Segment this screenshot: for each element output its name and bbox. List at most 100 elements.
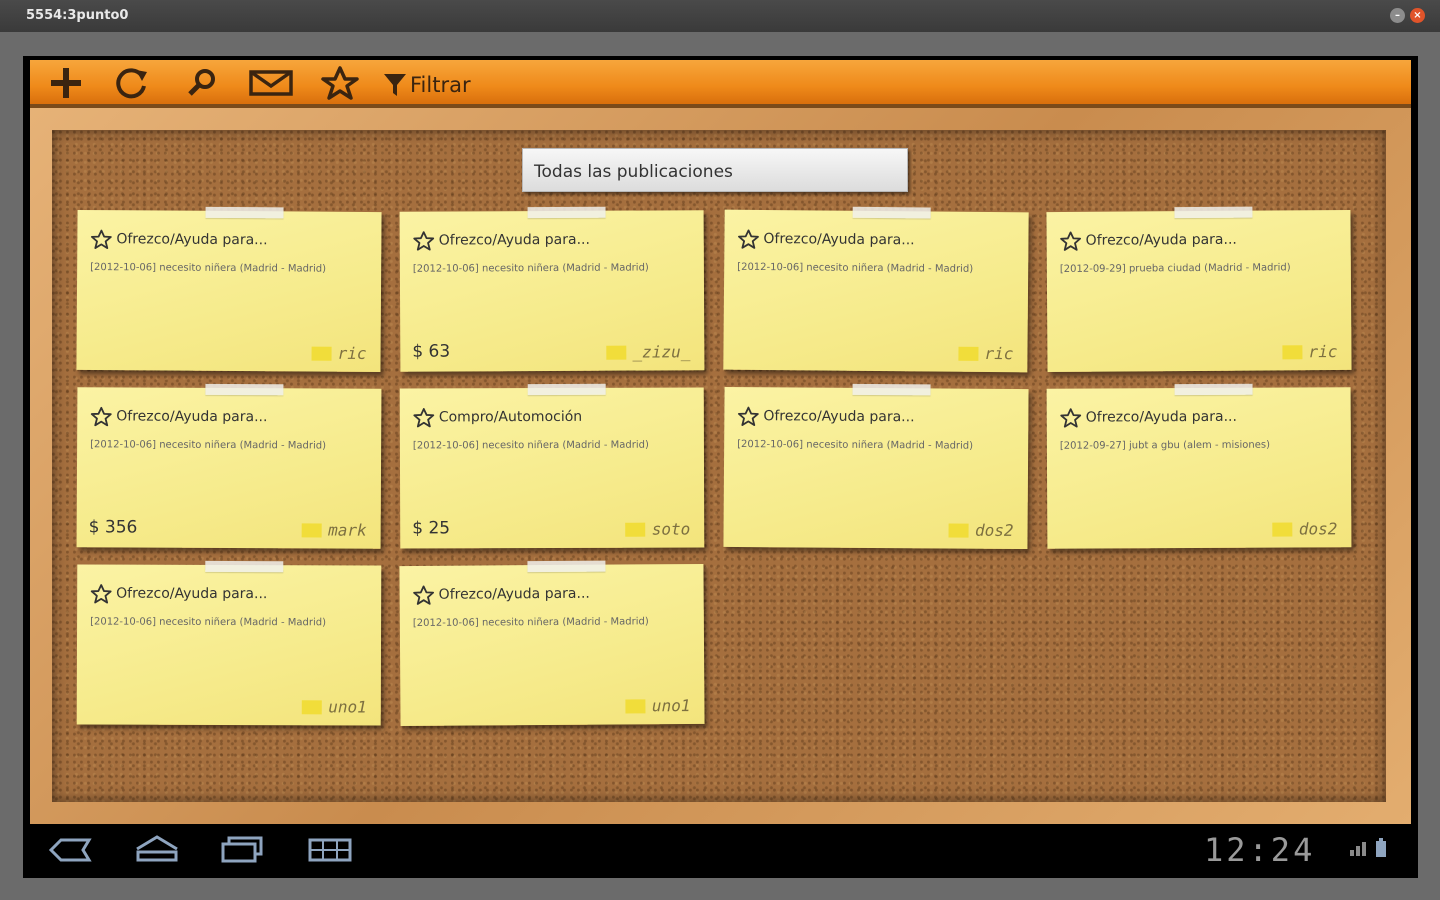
note-user: uno1 [625,696,690,715]
filter-icon [384,74,406,96]
tape [527,560,606,573]
recent-apps-button[interactable] [219,835,265,869]
home-button[interactable] [133,835,181,869]
note-user: soto [625,519,691,539]
minimize-button[interactable]: – [1390,8,1405,23]
sticky-note[interactable]: Ofrezco/Ayuda para... [2012-10-06] necesi… [399,560,705,727]
refresh-button[interactable] [112,66,152,100]
note-price: $ 63 [412,341,451,362]
tape [205,560,284,573]
note-price: $ 356 [88,517,138,538]
sticky-note[interactable]: Ofrezco/Ayuda para... [2012-10-06] necesi… [399,206,705,372]
status-icons [1348,838,1387,858]
back-button[interactable] [47,835,93,869]
note-title: Ofrezco/Ayuda para... [1085,231,1237,249]
search-button[interactable] [182,66,222,100]
user-badge [625,698,646,713]
user-badge [302,522,323,537]
note-title: Ofrezco/Ayuda para... [116,231,268,249]
note-title: Ofrezco/Ayuda para... [763,408,915,426]
star-icon [321,66,359,100]
note-description: [2012-10-06] necesito niñera (Madrid - M… [412,616,649,629]
star-icon[interactable] [90,229,112,250]
note-user: ric [1282,342,1337,361]
add-icon [51,68,81,98]
note-user: dos2 [948,520,1014,540]
note-user: ric [311,344,367,363]
close-button[interactable]: × [1410,8,1425,23]
star-icon[interactable] [737,229,759,249]
note-price: $ 25 [412,518,451,539]
category-spinner[interactable]: Todas las publicaciones [522,148,908,192]
star-icon[interactable] [413,585,435,605]
note-user: uno1 [302,697,367,716]
note-username: mark [328,520,367,540]
note-title: Ofrezco/Ayuda para... [438,585,590,603]
back-icon [48,838,92,862]
note-username: soto [651,519,691,539]
note-user: ric [958,343,1014,364]
note-description: [2012-09-29] prueba ciudad (Madrid - Mad… [1059,262,1291,275]
tape [1174,383,1253,396]
note-username: dos2 [974,520,1014,540]
user-badge [302,699,323,714]
search-icon [188,69,215,96]
mail-icon [249,70,293,96]
note-username: ric [984,343,1014,364]
star-icon[interactable] [413,231,435,251]
note-title-row: Ofrezco/Ayuda para... [90,406,268,427]
recent-apps-icon [221,836,263,863]
star-icon[interactable] [90,406,112,427]
note-title: Compro/Automoción [438,408,583,426]
note-title: Ofrezco/Ayuda para... [438,231,590,249]
note-description: [2012-10-06] necesito niñera (Madrid - M… [90,616,327,629]
note-title-row: Ofrezco/Ayuda para... [737,406,915,427]
status-clock: 12:24 [1204,831,1316,869]
note-description: [2012-10-06] necesito niñera (Madrid - M… [90,262,327,275]
note-title: Ofrezco/Ayuda para... [116,585,268,603]
sticky-note[interactable]: Ofrezco/Ayuda para... [2012-10-06] necesi… [76,560,382,726]
star-icon[interactable] [737,406,759,427]
sticky-note[interactable]: Ofrezco/Ayuda para... [2012-10-06] necesi… [723,206,1029,373]
menu-button[interactable] [307,835,353,869]
sticky-note[interactable]: Ofrezco/Ayuda para... [2012-10-06] necesi… [76,206,382,373]
note-description: [2012-10-06] necesito niñera (Madrid - M… [737,261,974,275]
tape [527,206,606,219]
note-user: _zizu_ [606,342,690,362]
mail-button[interactable] [248,66,294,100]
tape [852,206,931,219]
sticky-note[interactable]: Ofrezco/Ayuda para... [2012-10-06] necesi… [723,383,1029,550]
sticky-note[interactable]: Ofrezco/Ayuda para... [2012-10-06] necesi… [76,383,382,549]
user-badge [606,345,627,360]
tape [852,383,931,396]
action-bar: Filtrar [30,60,1411,108]
user-badge [948,523,970,538]
note-title-row: Ofrezco/Ayuda para... [1060,407,1237,428]
note-description: [2012-10-06] necesito niñera (Madrid - M… [737,439,974,452]
sticky-note[interactable]: Ofrezco/Ayuda para... [2012-09-29] prueba… [1046,206,1352,373]
star-icon[interactable] [1060,408,1082,428]
note-title-row: Ofrezco/Ayuda para... [90,584,267,605]
battery-icon [1376,838,1387,857]
note-description: [2012-10-06] necesito niñera (Madrid - M… [412,439,649,452]
add-button[interactable] [46,66,86,100]
filter-button[interactable]: Filtrar [382,66,482,100]
note-description: [2012-09-27] jubt a gbu (alem - misiones… [1059,439,1270,452]
user-badge [311,346,332,361]
user-badge [1272,522,1293,537]
user-badge [625,522,646,537]
note-description: [2012-10-06] necesito niñera (Madrid - M… [412,262,649,275]
note-title-row: Compro/Automoción [413,407,582,428]
star-icon[interactable] [413,407,435,428]
tape [527,383,606,396]
favorites-button[interactable] [318,66,362,100]
sticky-note[interactable]: Compro/Automoción [2012-10-06] necesito n… [399,383,705,549]
refresh-icon [116,68,147,99]
star-icon[interactable] [90,584,112,604]
tape [205,206,284,219]
tape [205,383,284,396]
star-icon[interactable] [1060,231,1082,251]
note-title-row: Ofrezco/Ayuda para... [737,229,915,251]
note-username: dos2 [1298,519,1338,539]
sticky-note[interactable]: Ofrezco/Ayuda para... [2012-09-27] jubt a… [1046,383,1352,549]
